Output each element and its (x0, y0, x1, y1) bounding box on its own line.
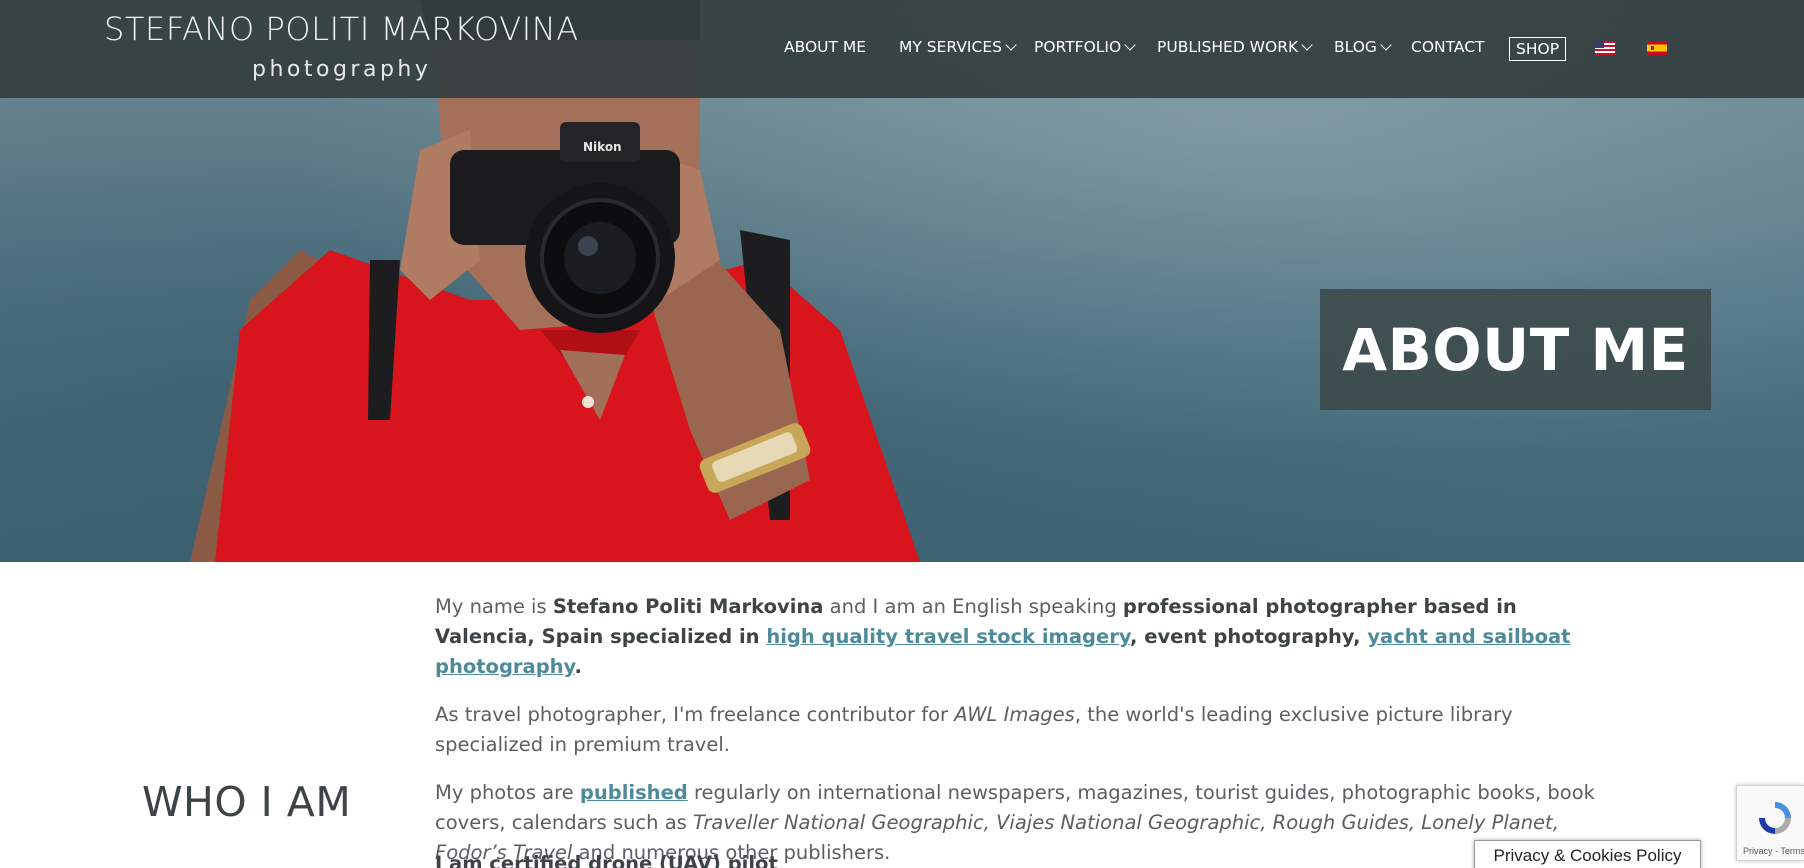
nav-about-me[interactable]: ABOUT ME (784, 38, 866, 56)
nav-contact-label: CONTACT (1411, 38, 1485, 56)
camera-brand-label: Nikon (583, 140, 622, 154)
nav-blog[interactable]: BLOG (1334, 38, 1392, 56)
logo-title[interactable]: STEFANO POLITI MARKOVINA (104, 10, 579, 48)
nav-about-me-label: ABOUT ME (784, 38, 867, 56)
drone-pilot-line: I am certified drone (UAV) pilot (435, 852, 778, 868)
bold-text: . (574, 655, 582, 678)
chevron-down-icon (1380, 38, 1392, 51)
chevron-down-icon (1301, 38, 1313, 51)
recaptcha-terms[interactable]: Privacy - Terms (1743, 846, 1804, 856)
intro-paragraph: My name is Stefano Politi Markovina and … (435, 592, 1595, 682)
name-bold: Stefano Politi Markovina (552, 595, 824, 618)
shop-button[interactable]: SHOP (1509, 37, 1567, 61)
nav-portfolio[interactable]: PORTFOLIO (1034, 38, 1136, 56)
nav-contact[interactable]: CONTACT (1411, 38, 1485, 56)
nav-published-work[interactable]: PUBLISHED WORK (1157, 38, 1313, 56)
nav-blog-label: BLOG (1334, 38, 1377, 56)
text: As travel photographer, I'm freelance co… (435, 703, 955, 726)
privacy-cookies-button[interactable]: Privacy & Cookies Policy (1474, 840, 1701, 868)
chevron-down-icon (1005, 38, 1017, 51)
section-heading: WHO I AM (142, 778, 352, 826)
nav-published-work-label: PUBLISHED WORK (1157, 38, 1299, 56)
bold-text: , event photography, (1130, 625, 1368, 648)
published-link[interactable]: published (580, 781, 688, 804)
hero-title-box: ABOUT ME (1320, 289, 1711, 410)
awl-paragraph: As travel photographer, I'm freelance co… (435, 700, 1595, 760)
hero-title: ABOUT ME (1342, 315, 1689, 384)
us-flag-icon[interactable] (1595, 41, 1615, 55)
text: and I am an English speaking (823, 595, 1123, 618)
italic-text: AWL Images (954, 703, 1075, 726)
recaptcha-icon (1759, 802, 1791, 834)
text: My name is (435, 595, 553, 618)
nav-my-services[interactable]: MY SERVICES (899, 38, 1017, 56)
spain-flag-icon[interactable] (1647, 41, 1667, 55)
nav-portfolio-label: PORTFOLIO (1034, 38, 1122, 56)
chevron-down-icon (1124, 38, 1136, 51)
travel-stock-link[interactable]: high quality travel stock imagery (766, 625, 1130, 648)
recaptcha-badge[interactable]: Privacy - Terms (1736, 785, 1804, 861)
about-text: My name is Stefano Politi Markovina and … (435, 592, 1595, 868)
text: My photos are (435, 781, 580, 804)
nav-my-services-label: MY SERVICES (899, 38, 1002, 56)
logo-subtitle[interactable]: photography (252, 57, 431, 82)
site-header: STEFANO POLITI MARKOVINA photography ABO… (0, 0, 1804, 98)
